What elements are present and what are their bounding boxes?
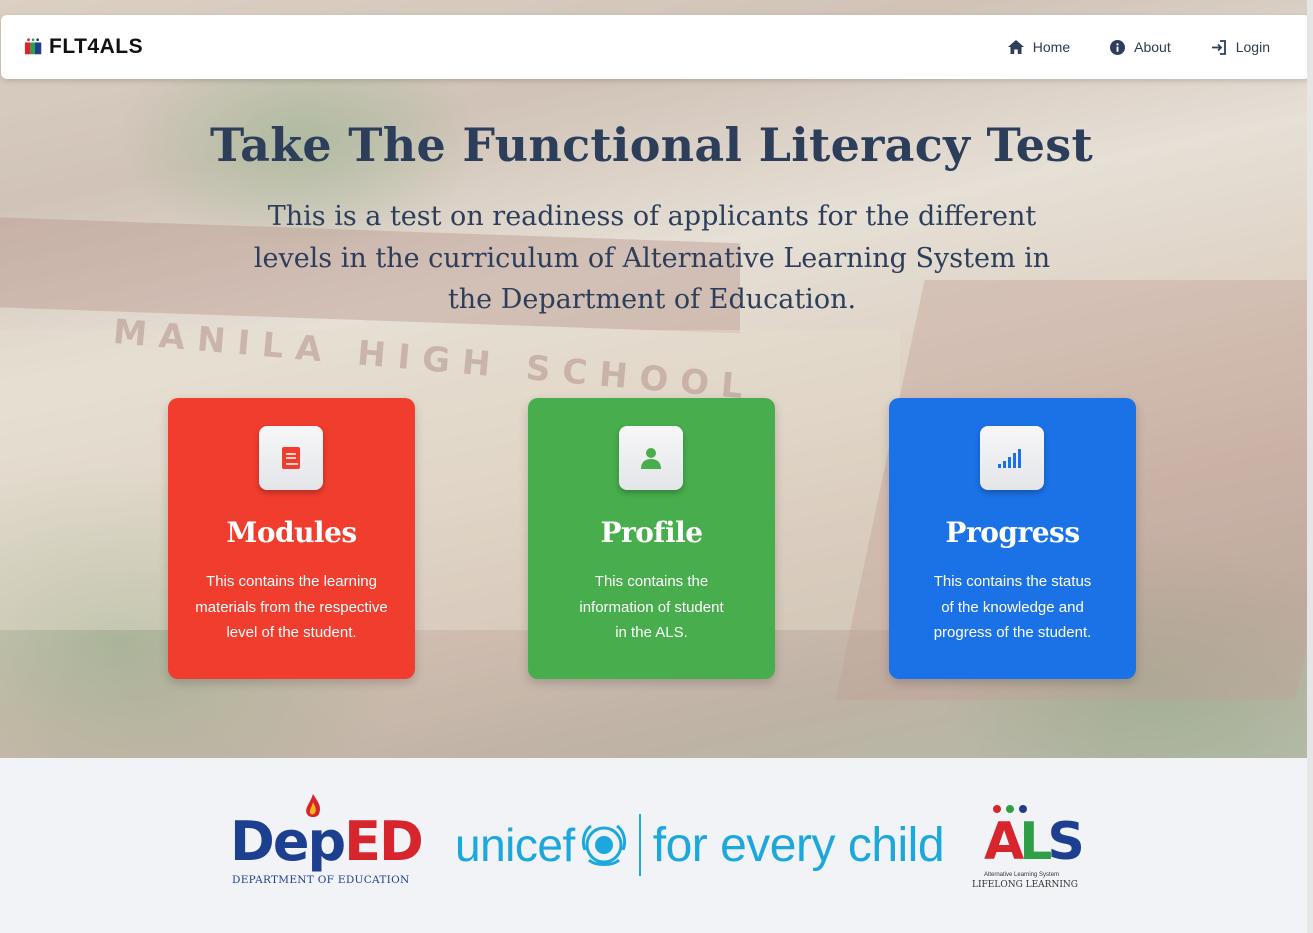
brand-name: FLT4ALS [49,35,144,58]
home-icon [1007,40,1024,54]
progress-card-text: This contains the status of the knowledg… [933,573,1092,641]
deped-logo: DepED DEPARTMENT OF EDUCATION [230,794,424,888]
als-letter-l: L [1019,812,1052,872]
login-icon [1211,39,1226,55]
deped-wordmark: DepED [230,810,424,873]
profile-card-title: Profile [600,516,703,549]
unicef-globe-icon [581,824,626,866]
modules-card-title: Modules [226,516,357,549]
profile-card-icon-box [619,426,683,490]
progress-card-icon-box [980,426,1044,490]
nav-home-label: Home [1032,39,1071,55]
als-letter-a: A [984,812,1024,872]
page-subtitle: This is a test on readiness of applicant… [253,201,1051,315]
navbar: FLT4ALS Home About Login [1,15,1310,79]
user-icon [641,448,661,469]
unicef-tagline: for every child [652,818,945,872]
brand[interactable]: FLT4ALS [23,35,143,59]
nav-home-link[interactable]: Home [1007,39,1071,55]
book-icon [282,447,300,469]
progress-card-title: Progress [945,516,1080,549]
deped-word-dep: Dep [230,810,346,873]
modules-card[interactable]: Modules This contains the learning mater… [168,398,415,679]
als-small-caption: Alternative Learning System [984,872,1060,878]
deped-word-ed: ED [344,810,424,873]
unicef-logo: unicef for every child [455,814,945,876]
info-icon [1110,39,1126,55]
deped-caption: DEPARTMENT OF EDUCATION [232,874,410,886]
unicef-wordmark: unicef [455,819,575,871]
modules-card-icon-box [259,426,323,490]
nav-login-link[interactable]: Login [1211,39,1270,55]
als-caption: LIFELONG LEARNING [972,880,1078,890]
unicef-separator [638,814,641,876]
als-wordmark: ALS [984,816,1085,868]
nav-about-label: About [1134,39,1171,55]
nav-about-link[interactable]: About [1110,39,1171,55]
partner-logos: DepED DEPARTMENT OF EDUCATION unicef for… [0,758,1307,933]
page-scrollbar[interactable] [1307,0,1313,933]
nav-login-label: Login [1235,39,1270,55]
signal-bars-icon [998,449,1021,468]
profile-card-text: This contains the information of student… [579,573,724,641]
als-letter-s: S [1047,812,1085,872]
als-logo: ALS Alternative Learning System LIFELONG… [972,802,1085,894]
als-logo-icon [24,38,42,55]
modules-card-text: This contains the learning materials fro… [195,573,388,641]
page-title: Take The Functional Literacy Test [209,118,1094,172]
nav-links: Home About Login [1007,39,1270,55]
progress-card[interactable]: Progress This contains the status of the… [889,398,1136,679]
profile-card[interactable]: Profile This contains the information of… [528,398,775,679]
